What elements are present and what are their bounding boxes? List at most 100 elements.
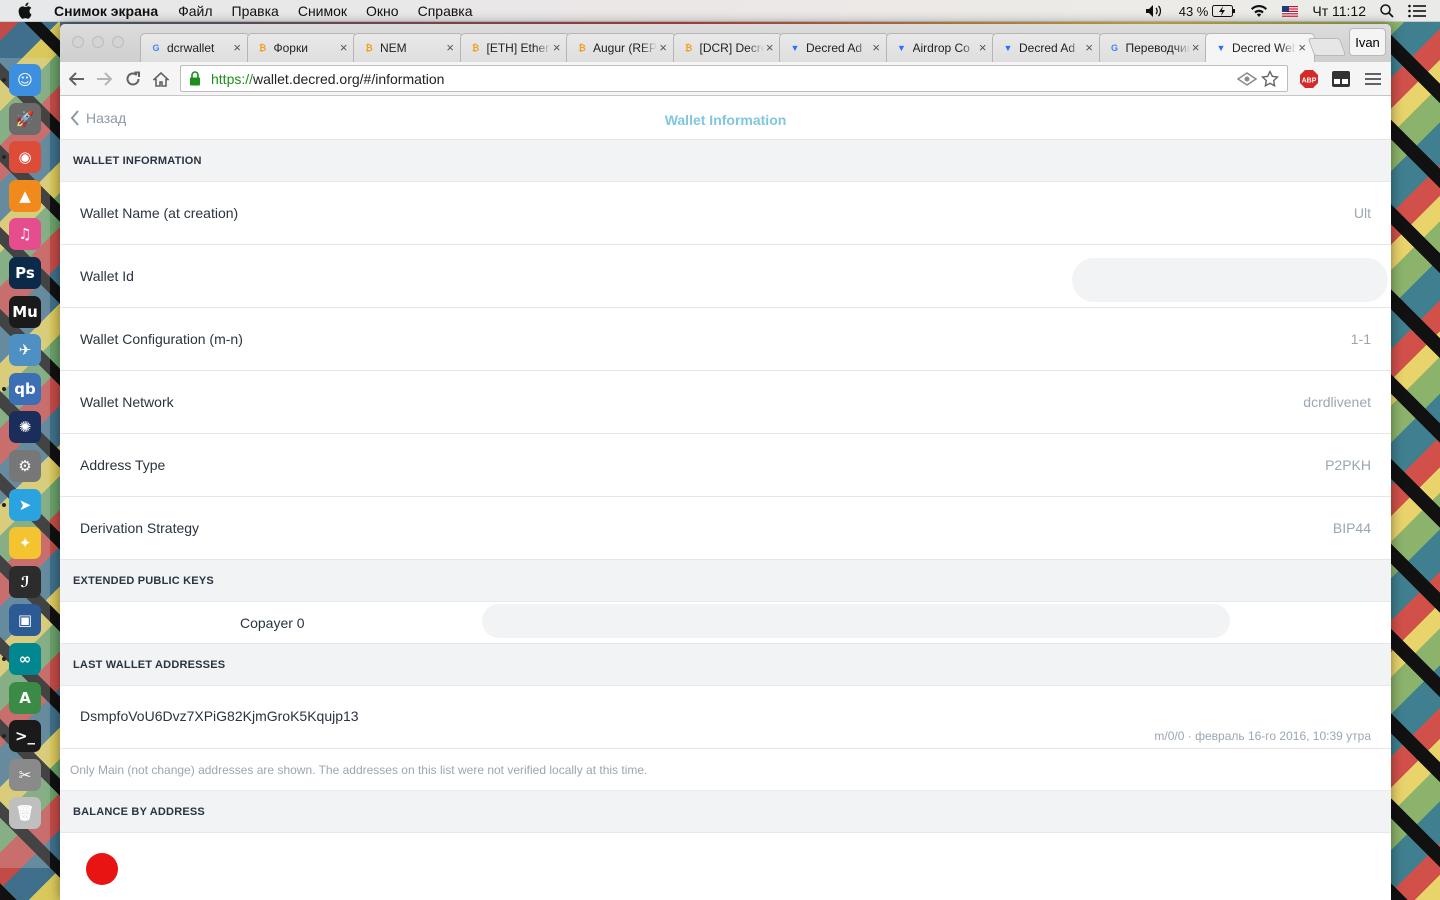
volume-icon[interactable] (1145, 4, 1165, 18)
telegram-icon[interactable]: ➤ (9, 488, 41, 521)
tab-close-icon[interactable]: × (233, 40, 241, 55)
tab-close-icon[interactable]: × (340, 40, 348, 55)
preview-icon[interactable]: ✈ (9, 334, 41, 367)
tab-close-icon[interactable]: × (872, 40, 880, 55)
incognito-extension-icon[interactable] (1331, 69, 1351, 89)
tab-title: Airdrop Co (912, 41, 970, 55)
automator-icon[interactable]: ⚙ (9, 450, 41, 482)
tab-close-icon[interactable]: × (979, 40, 987, 55)
profile-button[interactable]: Ivan (1349, 28, 1386, 56)
launchpad-icon[interactable]: 🚀 (9, 102, 41, 135)
tips-icon[interactable]: ✦ (9, 527, 41, 560)
screenshot-icon[interactable]: ✂ (9, 758, 41, 791)
sublime-icon[interactable]: ℐ (9, 565, 41, 598)
spotlight-search-icon[interactable] (1380, 4, 1394, 18)
eye-icon[interactable] (1236, 72, 1258, 89)
info-label: Address Type (80, 457, 166, 473)
android-studio-icon[interactable]: A (9, 681, 41, 714)
info-label: Derivation Strategy (80, 520, 200, 536)
window-zoom-button[interactable] (112, 36, 124, 48)
info-label: Wallet Network (80, 394, 174, 410)
browser-tab[interactable]: ₿ Форки × (246, 33, 357, 62)
vlc-icon[interactable]: ▲ (9, 179, 41, 212)
wifi-icon[interactable] (1250, 4, 1268, 18)
tab-close-icon[interactable]: × (659, 40, 667, 55)
browser-window: Gdcrwallet × ₿ Форки × ₿ NEM × ₿ [ETH] Ether × ₿ Aug… (60, 24, 1391, 900)
apple-menu-icon[interactable] (18, 2, 38, 20)
back-arrow-icon[interactable] (66, 68, 88, 90)
menu-file[interactable]: Файл (178, 3, 212, 19)
tab-favicon-icon: ▼ (1216, 43, 1226, 53)
tab-title: dcrwallet (167, 41, 215, 55)
copayer-label: Copayer 0 (240, 615, 305, 631)
menu-window[interactable]: Окно (366, 3, 399, 19)
window-minimize-button[interactable] (92, 36, 104, 48)
tab-close-icon[interactable]: × (766, 40, 774, 55)
chrome-icon[interactable]: ◉ (9, 141, 41, 174)
browser-tab[interactable]: G Переводчик × (1098, 33, 1209, 62)
browser-tab[interactable]: Gdcrwallet × (140, 33, 250, 62)
reload-icon[interactable] (122, 68, 144, 90)
decred-icon[interactable]: ✺ (9, 411, 41, 444)
tab-favicon-icon: ₿ (578, 43, 586, 53)
info-row-wallet-configuration: Wallet Configuration (m-n) 1-1 (60, 308, 1391, 371)
loading-indicator (86, 853, 118, 885)
tab-title: Decred Ad (806, 41, 863, 55)
running-indicator (2, 502, 6, 507)
menu-edit[interactable]: Правка (232, 3, 279, 19)
address-row[interactable]: DsmpfoVoU6Dvz7XPiG82KjmGroK5Kqujp13 m/0/… (60, 686, 1391, 749)
battery-icon[interactable] (1212, 5, 1236, 17)
browser-tab[interactable]: ₿ [DCR] Decred× (672, 33, 783, 62)
forward-arrow-icon[interactable] (93, 68, 115, 90)
lock-icon[interactable] (189, 70, 203, 87)
notification-center-icon[interactable] (1408, 4, 1426, 18)
adblock-plus-icon[interactable]: ABP (1299, 69, 1319, 89)
address-text[interactable]: DsmpfoVoU6Dvz7XPiG82KjmGroK5Kqujp13 (80, 708, 359, 724)
muse-icon[interactable]: Mu (9, 295, 41, 328)
browser-tab[interactable]: ▼ Decred Ad × (779, 33, 889, 62)
itunes-icon[interactable]: ♫ (9, 218, 41, 251)
bookmark-star-icon[interactable] (1260, 69, 1280, 91)
tab-close-icon[interactable]: × (1298, 40, 1306, 55)
tab-close-icon[interactable]: × (446, 40, 454, 55)
browser-menu-icon[interactable] (1363, 69, 1383, 89)
info-value: P2PKH (1325, 457, 1371, 473)
info-value: BIP44 (1332, 520, 1371, 536)
window-close-button[interactable] (72, 36, 84, 48)
clock[interactable]: Чт 11:12 (1312, 3, 1366, 19)
browser-tab[interactable]: ▼ Decred Web × (1205, 33, 1315, 62)
browser-tab[interactable]: ▼ Airdrop Co × (885, 33, 996, 62)
tab-favicon-icon: ₿ (365, 43, 373, 53)
us-flag-icon[interactable] (1282, 5, 1299, 17)
home-icon[interactable] (150, 68, 172, 90)
tab-title: [DCR] Decred (699, 41, 764, 55)
browser-tab[interactable]: ₿ NEM × (353, 33, 463, 62)
address-bar[interactable]: https:// wallet.decred.org/#/information (180, 65, 1288, 92)
browser-tab[interactable]: ₿ [ETH] Ether × (459, 33, 570, 62)
battery-percent[interactable]: 43 % (1179, 4, 1209, 19)
info-value: dcrdlivenet (1303, 394, 1371, 410)
browser-tab[interactable]: ₿ Augur (REP) × (566, 33, 676, 62)
menu-app-name[interactable]: Снимок экрана (54, 3, 158, 19)
photoshop-icon[interactable]: Ps (9, 257, 41, 289)
arduino-icon[interactable]: ∞ (9, 643, 41, 675)
tab-favicon-icon: ▼ (790, 43, 800, 53)
new-tab-button[interactable] (1307, 38, 1347, 56)
finder-icon[interactable]: ☺ (9, 64, 41, 96)
redacted-extended-public-key (482, 604, 1230, 638)
menu-capture[interactable]: Снимок (298, 3, 347, 19)
tab-close-icon[interactable]: × (1085, 40, 1093, 55)
section-balance-by-address: BALANCE BY ADDRESS (60, 791, 1391, 833)
tab-close-icon[interactable]: × (553, 40, 561, 55)
trash-icon[interactable]: 🗑 (9, 797, 41, 830)
browser-tab[interactable]: ▼ Decred Ad × (992, 33, 1102, 62)
tab-close-icon[interactable]: × (1192, 40, 1200, 55)
terminal-icon[interactable]: >_ (9, 720, 41, 753)
virtualbox-icon[interactable]: ▣ (9, 604, 41, 637)
menu-help[interactable]: Справка (418, 3, 473, 19)
qbittorrent-icon[interactable]: qb (9, 372, 41, 405)
menu-bar: Снимок экрана Файл Правка Снимок Окно Сп… (0, 0, 1440, 22)
section-last-wallet-addresses: LAST WALLET ADDRESSES (60, 644, 1391, 686)
tab-favicon-icon: G (1110, 43, 1118, 53)
redacted-wallet-id (1072, 258, 1388, 302)
